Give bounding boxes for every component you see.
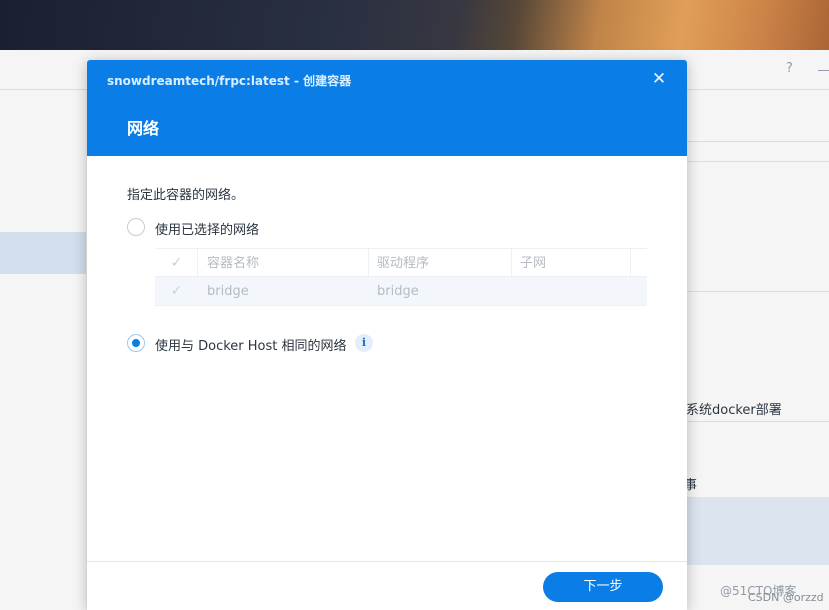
table-row[interactable]: ✓ bridge bridge: [155, 277, 647, 306]
network-table-header: ✓ 容器名称 驱动程序 子网: [155, 248, 647, 278]
close-icon[interactable]: ✕: [650, 70, 668, 88]
next-button[interactable]: 下一步: [543, 572, 663, 602]
radio-host-network-label[interactable]: 使用与 Docker Host 相同的网络: [155, 335, 347, 354]
step-title: 网络: [127, 119, 160, 138]
radio-host-network[interactable]: [127, 334, 145, 352]
create-container-dialog: snowdreamtech/frpc:latest - 创建容器 ✕ 网络 指定…: [87, 60, 687, 610]
dialog-title: snowdreamtech/frpc:latest - 创建容器: [107, 74, 352, 88]
dialog-footer-divider: [87, 561, 687, 562]
column-divider: [511, 249, 512, 278]
column-header-name: 容器名称: [207, 256, 260, 271]
column-divider: [197, 249, 198, 278]
column-header-driver: 驱动程序: [377, 256, 430, 271]
check-icon[interactable]: ✓: [169, 256, 184, 271]
row-network-driver: bridge: [377, 284, 419, 299]
column-divider: [368, 249, 369, 278]
row-network-name: bridge: [207, 284, 249, 299]
dialog-header: snowdreamtech/frpc:latest - 创建容器 ✕ 网络: [87, 60, 687, 156]
step-description: 指定此容器的网络。: [127, 188, 245, 203]
radio-selected-network[interactable]: [127, 218, 145, 236]
network-table: ✓ 容器名称 驱动程序 子网 ✓ bridge bridge: [155, 248, 647, 306]
check-icon[interactable]: ✓: [169, 284, 184, 299]
info-icon[interactable]: i: [355, 334, 373, 352]
column-header-subnet: 子网: [520, 256, 547, 271]
radio-selected-network-label[interactable]: 使用已选择的网络: [155, 219, 259, 238]
column-divider: [630, 249, 631, 278]
